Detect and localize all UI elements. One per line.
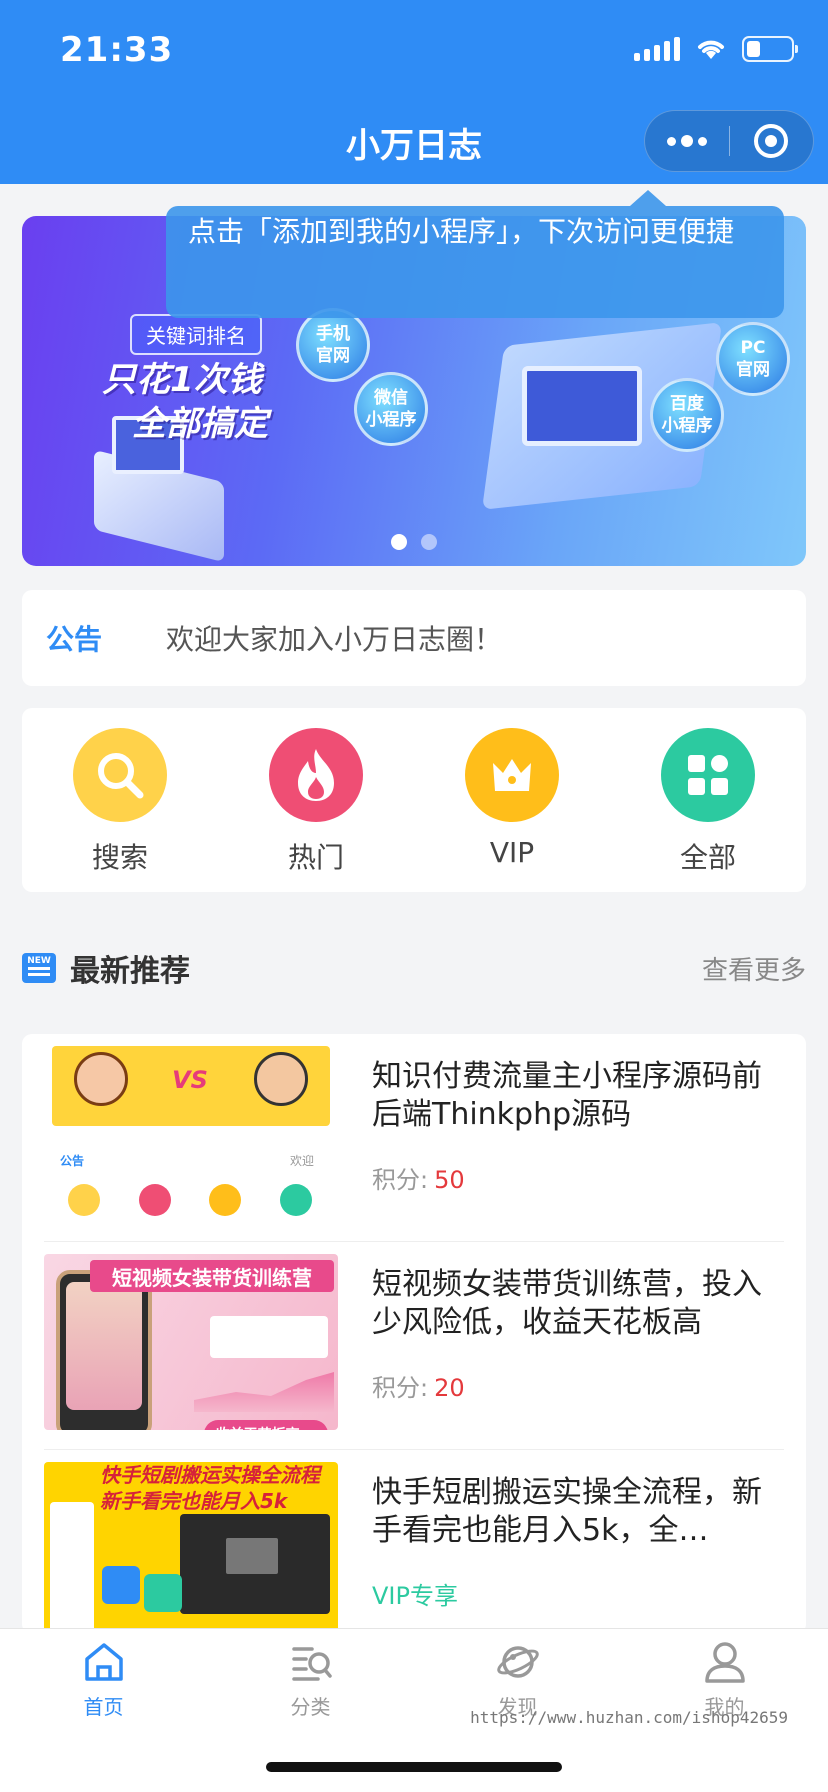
quick-item-search[interactable]: 搜索 [45,728,195,892]
item-title: 快手短剧搬运实操全流程，新手看完也能月入5k，全… [372,1475,762,1548]
more-menu-button[interactable] [645,135,729,147]
tab-category[interactable]: 分类 [207,1629,414,1739]
quick-item-all[interactable]: 全部 [633,728,783,892]
banner-tag: 关键词排名 [130,314,262,355]
top-header: 21:33 小万日志 [0,0,828,184]
item-thumbnail: 短视频女装带货训练营 收益天花板高 > [44,1254,338,1430]
notice-bar[interactable]: 公告 欢迎大家加入小万日志圈！ [22,590,806,686]
quick-item-vip[interactable]: VIP [437,728,587,892]
item-thumbnail: 快手短剧搬运实操全流程 新手看完也能月入5k [44,1462,338,1634]
tab-label: 分类 [290,1695,331,1719]
quick-item-label: 搜索 [91,841,148,874]
carousel-dots [22,534,806,550]
add-miniprogram-tooltip: 点击「添加到我的小程序」，下次访问更便捷 [166,190,784,318]
close-miniprogram-button[interactable] [730,124,814,158]
quick-item-label: 全部 [679,841,736,874]
quick-item-label: VIP [489,836,535,869]
miniprogram-capsule [644,110,814,172]
carousel-dot[interactable] [391,534,407,550]
section-header: NEW 最新推荐 查看更多 [22,944,806,992]
watermark-text: https://www.huzhan.com/ishop42659 [470,1708,788,1727]
tab-label: 首页 [83,1695,124,1719]
search-icon [73,728,167,822]
carousel-dot[interactable] [421,534,437,550]
computer-illustration [522,366,642,446]
platform-badge: 手机 官网 [296,308,370,382]
recommend-list: VS 公告 欢迎 知识付费流量主小程序源码前后端Thinkphp源码 积分: 50… [22,1034,806,1634]
fire-icon [269,728,363,822]
list-item[interactable]: VS 公告 欢迎 知识付费流量主小程序源码前后端Thinkphp源码 积分: 50 [44,1034,784,1242]
battery-icon [742,36,798,62]
item-title: 知识付费流量主小程序源码前后端Thinkphp源码 [372,1059,762,1132]
crown-icon [465,728,559,822]
item-title: 短视频女装带货训练营，投入少风险低，收益天花板高 [372,1267,762,1340]
section-title: 最新推荐 [70,954,190,989]
view-more-link[interactable]: 查看更多 [702,950,806,987]
platform-badge: PC 官网 [716,322,790,396]
home-icon [84,1643,123,1681]
status-icons [634,36,798,62]
item-points: 积分: 50 [372,1166,465,1194]
tab-home[interactable]: 首页 [0,1629,207,1739]
platform-badge: 百度 小程序 [650,378,724,452]
home-indicator [266,1762,562,1772]
quick-menu: 搜索 热门 VIP 全部 [22,708,806,892]
news-icon: NEW [22,953,56,983]
cellular-signal-icon [634,37,680,61]
item-points: 积分: 20 [372,1374,465,1402]
vip-badge: VIP专享 [372,1582,458,1610]
grid-icon [661,728,755,822]
status-time: 21:33 [60,30,174,70]
user-icon [704,1642,745,1683]
list-item[interactable]: 短视频女装带货训练营 收益天花板高 > 短视频女装带货训练营，投入少风险低，收益… [44,1242,784,1450]
item-thumbnail: VS 公告 欢迎 [44,1046,338,1222]
quick-item-hot[interactable]: 热门 [241,728,391,892]
platform-badge: 微信 小程序 [354,372,428,446]
target-icon [754,124,789,158]
notice-text: 欢迎大家加入小万日志圈！ [166,623,503,656]
quick-item-label: 热门 [287,841,344,874]
list-item[interactable]: 快手短剧搬运实操全流程 新手看完也能月入5k 快手短剧搬运实操全流程，新手看完也能… [44,1450,784,1634]
notice-label: 公告 [46,623,103,656]
category-icon [291,1647,332,1681]
wifi-icon [698,40,724,59]
banner-headline: 只花1次钱 全部搞定 [102,360,268,444]
planet-icon [496,1646,539,1678]
